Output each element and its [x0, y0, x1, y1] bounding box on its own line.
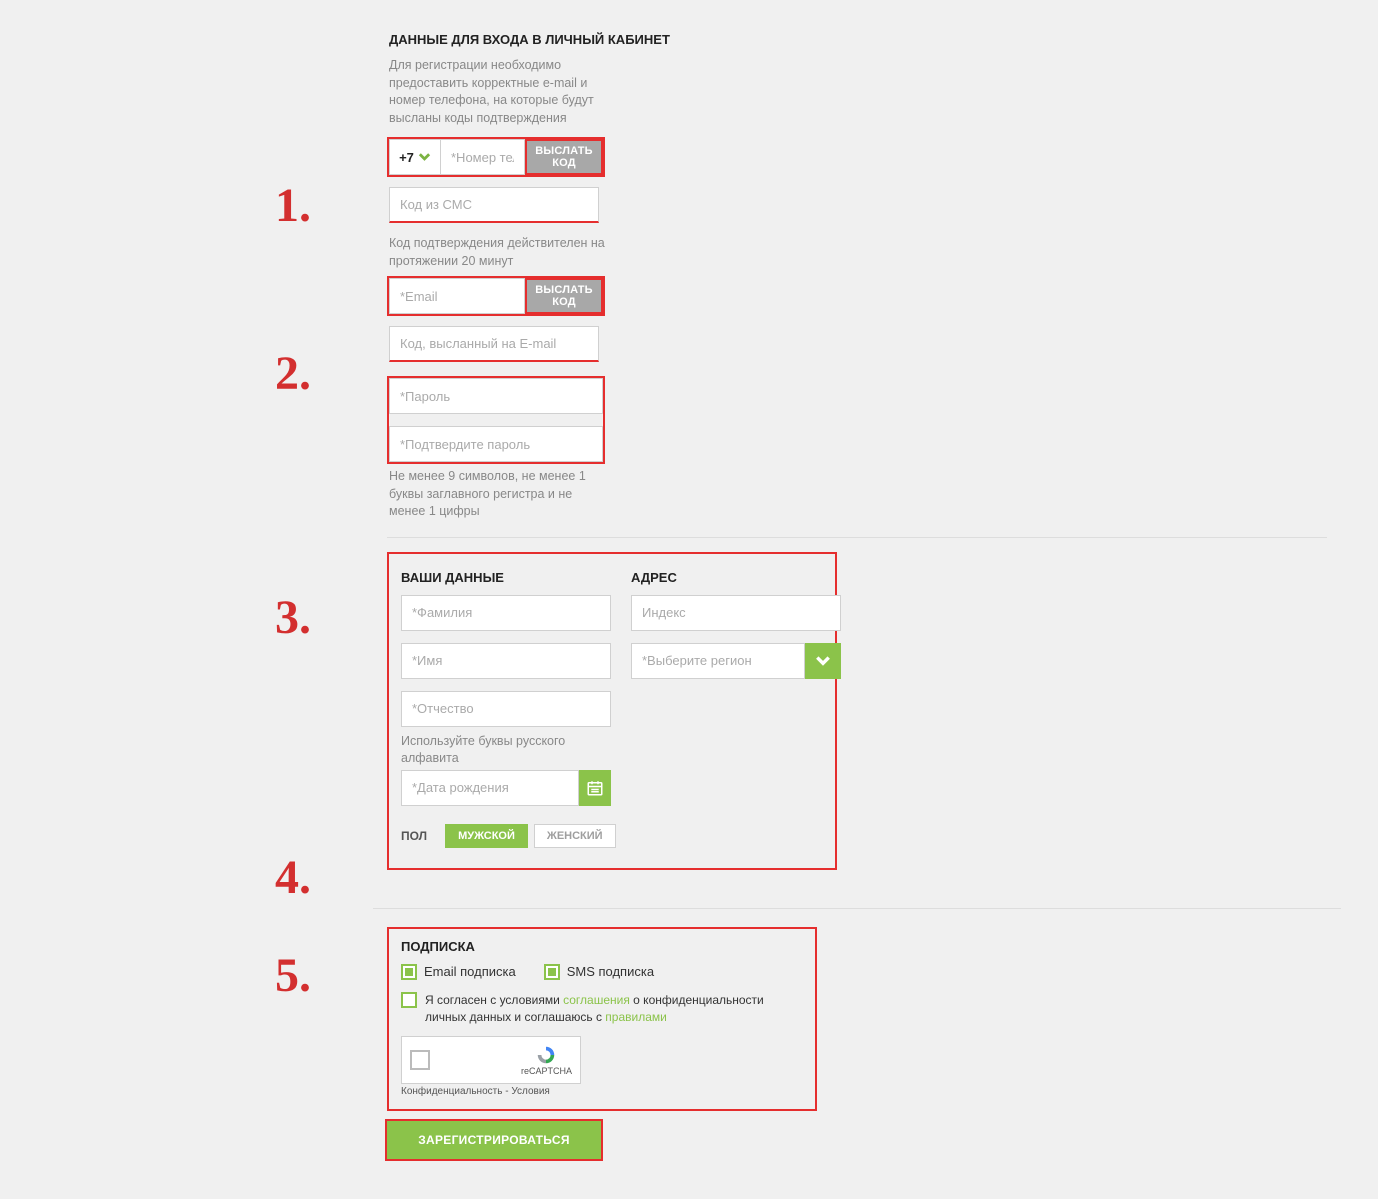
- dob-input[interactable]: [401, 770, 579, 806]
- chevron-down-icon: [418, 152, 431, 162]
- gender-label: ПОЛ: [401, 829, 427, 843]
- send-code-phone-button[interactable]: ВЫСЛАТЬ КОД: [525, 139, 603, 175]
- password-hint: Не менее 9 символов, не менее 1 буквы за…: [389, 468, 609, 521]
- recaptcha-widget[interactable]: reCAPTCHA: [401, 1036, 581, 1084]
- login-data-heading: ДАННЫЕ ДЛЯ ВХОДА В ЛИЧНЫЙ КАБИНЕТ: [389, 32, 1313, 47]
- region-select[interactable]: [631, 643, 805, 679]
- firstname-input[interactable]: [401, 643, 611, 679]
- phone-input[interactable]: [441, 139, 525, 175]
- phone-prefix-text: +7: [399, 150, 414, 165]
- email-subscription-label: Email подписка: [424, 964, 516, 979]
- recaptcha-icon: [535, 1044, 557, 1066]
- rules-link[interactable]: правилами: [605, 1010, 667, 1024]
- password-input[interactable]: [389, 378, 603, 414]
- email-code-wrap: [389, 326, 599, 362]
- recaptcha-label: reCAPTCHA: [521, 1066, 572, 1076]
- address-heading: АДРЕС: [631, 570, 841, 585]
- step-number-3: 3.: [275, 590, 311, 645]
- calendar-button[interactable]: [579, 770, 611, 806]
- password-block: [389, 378, 603, 462]
- region-dropdown-button[interactable]: [805, 643, 841, 679]
- register-button[interactable]: ЗАРЕГИСТРИРОВАТЬСЯ: [387, 1121, 601, 1159]
- email-row: ВЫСЛАТЬ КОД: [389, 278, 603, 314]
- your-data-heading: ВАШИ ДАННЫЕ: [401, 570, 611, 585]
- recaptcha-checkbox[interactable]: [410, 1050, 430, 1070]
- send-code-email-button[interactable]: ВЫСЛАТЬ КОД: [525, 278, 603, 314]
- agree-terms-checkbox[interactable]: [401, 992, 417, 1008]
- sms-code-input[interactable]: [389, 187, 599, 223]
- phone-row: +7 ВЫСЛАТЬ КОД: [389, 139, 603, 175]
- divider: [373, 908, 1341, 909]
- step-number-4: 4.: [275, 850, 311, 905]
- subscription-section: ПОДПИСКА Email подписка SMS подписка Я с…: [387, 927, 817, 1112]
- recaptcha-terms: Конфиденциальность - Условия: [401, 1086, 805, 1097]
- register-button-wrap: ЗАРЕГИСТРИРОВАТЬСЯ: [387, 1121, 601, 1159]
- sms-code-wrap: [389, 187, 599, 223]
- agree-terms-text: Я согласен с условиями соглашения о конф…: [425, 992, 805, 1027]
- postcode-input[interactable]: [631, 595, 841, 631]
- chevron-down-icon: [815, 655, 831, 667]
- patronymic-input[interactable]: [401, 691, 611, 727]
- code-valid-hint: Код подтверждения действителен на протяж…: [389, 235, 609, 270]
- surname-input[interactable]: [401, 595, 611, 631]
- login-data-intro: Для регистрации необходимо предоставить …: [389, 57, 609, 127]
- phone-prefix[interactable]: +7: [389, 139, 441, 175]
- email-subscription-checkbox[interactable]: [401, 964, 417, 980]
- step-number-2: 2.: [275, 346, 311, 401]
- alphabet-hint: Используйте буквы русского алфавита: [401, 733, 611, 768]
- login-data-section: ДАННЫЕ ДЛЯ ВХОДА В ЛИЧНЫЙ КАБИНЕТ Для ре…: [387, 10, 1327, 538]
- step-number-5: 5.: [275, 948, 311, 1003]
- gender-male-button[interactable]: МУЖСКОЙ: [445, 824, 528, 848]
- calendar-icon: [586, 779, 604, 797]
- password-confirm-input[interactable]: [389, 426, 603, 462]
- sms-subscription-checkbox[interactable]: [544, 964, 560, 980]
- subscription-heading: ПОДПИСКА: [401, 939, 805, 954]
- gender-female-button[interactable]: ЖЕНСКИЙ: [534, 824, 616, 848]
- email-code-input[interactable]: [389, 326, 599, 362]
- sms-subscription-label: SMS подписка: [567, 964, 654, 979]
- email-input[interactable]: [389, 278, 525, 314]
- step-number-1: 1.: [275, 178, 311, 233]
- personal-data-section: ВАШИ ДАННЫЕ Используйте буквы русского а…: [387, 552, 837, 870]
- agreement-link[interactable]: соглашения: [563, 993, 630, 1007]
